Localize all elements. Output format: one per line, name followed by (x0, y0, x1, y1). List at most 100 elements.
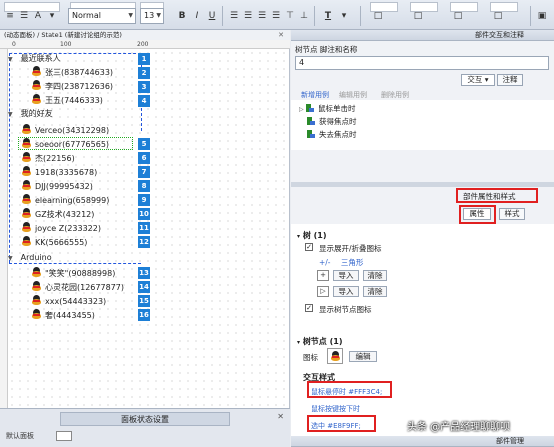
position-icon[interactable]: □ (372, 9, 384, 23)
import-button[interactable]: 导入 (333, 286, 359, 297)
tree-node-label: 1918(3335678) (35, 168, 98, 177)
collapse-arrow-icon[interactable]: ▼ (8, 111, 13, 118)
tree-group-recent[interactable]: ▼ 最近联系人 (8, 53, 61, 65)
close-icon[interactable]: ✕ (277, 412, 284, 421)
font-size-select[interactable]: 13 ▼ (140, 8, 164, 24)
tree-node-section-header[interactable]: ▾ 树节点 (1) (297, 336, 342, 347)
dropdown-chevron-icon[interactable]: ▾ (46, 9, 58, 23)
tree-node[interactable]: elearning(658999) (22, 194, 109, 206)
tab-style[interactable]: 样式 (499, 208, 525, 220)
panel-state-row[interactable]: 默认面板 (6, 431, 286, 445)
tree-node[interactable]: joyce Z(233322) (22, 222, 101, 234)
tree-node[interactable]: 杰(22156) (22, 152, 75, 164)
footnote-badge[interactable]: 12 (138, 236, 150, 248)
width-icon[interactable]: □ (452, 9, 464, 23)
footnote-badge[interactable]: 11 (138, 222, 150, 234)
footnote-badge[interactable]: 13 (138, 267, 150, 279)
underline-button[interactable]: U (206, 9, 218, 23)
clear-button[interactable]: 清除 (363, 286, 387, 297)
tree-node[interactable]: 张三(838744633) (32, 66, 113, 78)
footnote-badge[interactable]: 4 (138, 95, 150, 107)
collapse-arrow-icon[interactable]: ▼ (8, 56, 13, 63)
tree-node[interactable]: KK(5666555) (22, 236, 87, 248)
collapse-arrow-icon[interactable]: ▼ (8, 255, 13, 262)
edit-icon-button[interactable]: 编辑 (349, 351, 377, 362)
event-onblur[interactable]: 失去焦点时 (307, 129, 357, 141)
panel-splitter[interactable] (291, 182, 554, 187)
footnote-badge[interactable]: 10 (138, 208, 150, 220)
footnote-badge[interactable]: 3 (138, 81, 150, 93)
align-icon[interactable]: ≡ (4, 9, 16, 23)
event-icon (307, 117, 315, 125)
ruler-tick: 100 (60, 41, 72, 48)
collapse-arrow-icon[interactable]: ▾ (297, 233, 300, 240)
bold-button[interactable]: B (176, 9, 188, 23)
tree-section-header[interactable]: ▾ 树 (1) (297, 230, 326, 241)
footnote-badge[interactable]: 5 (138, 138, 150, 150)
tree-node[interactable]: "笑笑"(90888998) (32, 267, 115, 279)
edit-case-link[interactable]: 编辑用例 (339, 90, 367, 100)
footnote-badge[interactable]: 6 (138, 152, 150, 164)
new-case-link[interactable]: 新增用例 (301, 90, 329, 100)
align-left-icon[interactable]: ☰ (228, 9, 240, 23)
align-center-icon[interactable]: ☰ (242, 9, 254, 23)
plus-icon[interactable]: + (317, 270, 329, 281)
chevron-down-icon: ▼ (156, 12, 161, 19)
footnote-badge[interactable]: 1 (138, 53, 150, 65)
tree-node[interactable]: 李四(238712636) (32, 80, 113, 92)
footnote-badge[interactable]: 9 (138, 194, 150, 206)
qq-penguin-icon (22, 222, 31, 232)
align-right-icon[interactable]: ☰ (256, 9, 268, 23)
tree-node[interactable]: xxx(54443323) (32, 295, 106, 307)
footnote-badge[interactable]: 14 (138, 281, 150, 293)
import-button[interactable]: 导入 (333, 270, 359, 281)
tab-notes[interactable]: 注释 (497, 74, 523, 86)
tree-node[interactable]: 王五(7446333) (32, 94, 103, 106)
tree-group-arduino[interactable]: ▼ Arduino (8, 252, 52, 264)
triangle-right-icon[interactable]: ▷ (317, 286, 329, 297)
collapse-arrow-icon[interactable]: ▾ (297, 339, 300, 346)
tree-group-friends[interactable]: ▼ 我的好友 (8, 108, 53, 120)
tree-node[interactable]: Verceo(34312298) (22, 124, 109, 136)
list-icon[interactable]: ☰ (18, 9, 30, 23)
event-icon (306, 104, 315, 112)
tab-interaction[interactable]: 交互 ▾ (461, 74, 495, 86)
height-icon[interactable]: □ (492, 9, 504, 23)
node-name-input[interactable]: 4 (295, 56, 549, 70)
node-icon-preview[interactable] (327, 348, 343, 364)
mousedown-style-link[interactable]: 鼠标按键按下时 (311, 404, 360, 414)
tree-node[interactable]: soeoor(67776565) (22, 138, 109, 150)
valign-top-icon[interactable]: ⊤ (284, 9, 296, 23)
tree-node[interactable]: GZ技术(43212) (22, 208, 94, 220)
delete-case-link[interactable]: 删除用例 (381, 90, 409, 100)
text-color-button[interactable]: T (318, 9, 338, 23)
footnote-badge[interactable]: 16 (138, 309, 150, 321)
clear-button[interactable]: 清除 (363, 270, 387, 281)
tree-node[interactable]: 心灵花园(12677877) (32, 281, 124, 293)
tree-widget[interactable]: ▼ 最近联系人 张三(838744633) 李四(238712636) 王五(74… (8, 49, 290, 339)
close-icon[interactable]: ✕ (278, 30, 284, 40)
chevron-down-icon[interactable]: ▾ (338, 9, 350, 23)
size-icon[interactable]: □ (412, 9, 424, 23)
footnote-badge[interactable]: 8 (138, 180, 150, 192)
font-icon[interactable]: A (32, 9, 44, 23)
footnote-badge[interactable]: 2 (138, 67, 150, 79)
italic-button[interactable]: I (191, 9, 203, 23)
expand-arrow-icon[interactable]: ▷ (299, 106, 304, 113)
show-node-icon-checkbox[interactable]: ✓ (305, 304, 313, 312)
font-style-select[interactable]: Normal ▼ (68, 8, 136, 24)
show-expand-checkbox[interactable]: ✓ (305, 243, 313, 251)
footnote-badge[interactable]: 15 (138, 295, 150, 307)
tree-node[interactable]: 奢(4443455) (32, 309, 95, 321)
qq-penguin-icon (22, 236, 31, 246)
valign-bottom-icon[interactable]: ⊥ (298, 9, 310, 23)
footnote-badge[interactable]: 7 (138, 166, 150, 178)
state-dropdown[interactable] (56, 431, 73, 441)
justify-icon[interactable]: ☰ (270, 9, 282, 23)
expand-icon-style[interactable]: +/- 三角形 (319, 257, 363, 268)
tree-node[interactable]: DJJ(99995432) (22, 180, 93, 192)
tree-node[interactable]: 1918(3335678) (22, 166, 97, 178)
event-onfocus[interactable]: 获得焦点时 (307, 116, 357, 128)
hide-icon[interactable]: ▣ (536, 9, 548, 23)
event-onclick[interactable]: ▷ 鼠标单击时 (299, 103, 356, 115)
